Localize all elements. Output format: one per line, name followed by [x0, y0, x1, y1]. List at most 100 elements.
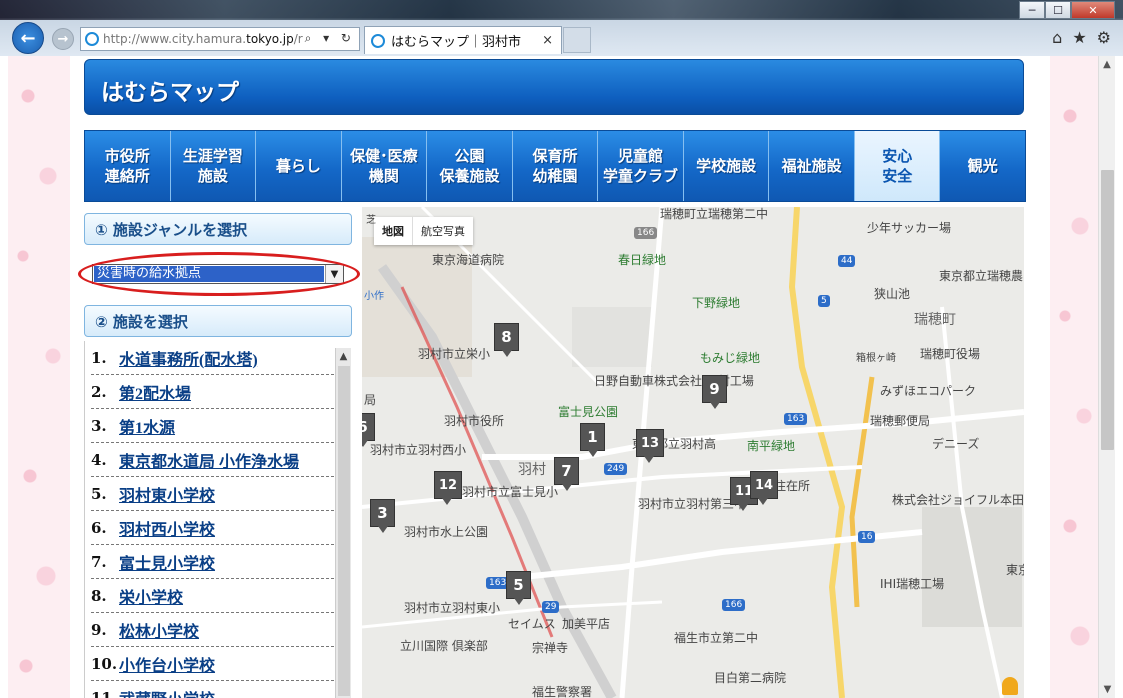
tab-hamura-map[interactable]: はむらマップ｜羽村市 × [364, 26, 562, 54]
page-scrollbar[interactable]: ▲ ▼ [1098, 56, 1115, 698]
address-tools[interactable]: ⌕ ▾ ↻ [305, 31, 355, 46]
genre-section-heading: ① 施設ジャンルを選択 [84, 213, 352, 245]
facility-link[interactable]: 小作台小学校 [119, 652, 215, 676]
facility-link[interactable]: 松林小学校 [119, 618, 199, 642]
address-bar[interactable]: http://www.city.hamura. tokyo.jp/r ⌕ ▾ ↻ [80, 27, 360, 51]
tab-lifelong-learning[interactable]: 生涯学習 施設 [170, 131, 257, 201]
facility-link[interactable]: 第2配水場 [119, 380, 191, 404]
facility-link[interactable]: 水道事務所(配水塔) [119, 346, 258, 370]
list-item[interactable]: 11.武蔵野小学校 [91, 681, 334, 698]
facility-link[interactable]: 羽村東小学校 [119, 482, 215, 506]
tab-label: 保健･医療 [350, 146, 418, 165]
tab-nursery[interactable]: 保育所 幼稚園 [512, 131, 599, 201]
facility-link[interactable]: 第1水源 [119, 414, 175, 438]
list-item[interactable]: 6. 羽村西小学校 [91, 511, 334, 545]
map-marker[interactable]: 14 [750, 471, 778, 505]
map-label: デニーズ [932, 437, 980, 451]
scrollbar-thumb[interactable] [338, 366, 350, 696]
map-marker[interactable]: 8 [494, 323, 519, 357]
facility-link[interactable]: 武蔵野小学校 [119, 686, 215, 698]
tab-welfare[interactable]: 福祉施設 [769, 131, 855, 201]
category-nav: 市役所 連絡所 生涯学習 施設 暮らし 保健･医療 機関 公園 保養施設 保育所 幼稚園 … [84, 130, 1026, 202]
tab-city-office[interactable]: 市役所 連絡所 [85, 131, 171, 201]
favorites-star-icon[interactable]: ★ [1072, 28, 1086, 47]
list-item[interactable]: 7. 富士見小学校 [91, 545, 334, 579]
map-area[interactable]: 地図 航空写真 瑞穂町立瑞穂第二中 少年サッカー場 東京海道病院 春日緑地 東京… [362, 207, 1024, 698]
facility-link[interactable]: 栄小学校 [119, 584, 183, 608]
facility-link[interactable]: 東京都水道局 小作浄水場 [119, 448, 299, 472]
map-label: 東京 [1006, 563, 1024, 577]
map-marker[interactable]: 13 [636, 429, 664, 463]
list-item[interactable]: 4. 東京都水道局 小作浄水場 [91, 443, 334, 477]
list-item[interactable]: 1. 水道事務所(配水塔) [91, 341, 334, 375]
map-marker[interactable]: 1 [580, 423, 605, 457]
map-label: 東京海道病院 [432, 253, 505, 267]
tab-health-medical[interactable]: 保健･医療機関 [341, 131, 428, 201]
map-label: 東京都立瑞穂農 [939, 269, 1024, 283]
map-marker[interactable]: 9 [702, 375, 727, 409]
scroll-up-arrow-icon[interactable]: ▲ [1099, 56, 1115, 73]
list-item-number: 10. [91, 654, 118, 673]
list-item[interactable]: 2. 第2配水場 [91, 375, 334, 409]
map-type-map-button[interactable]: 地図 [374, 217, 413, 245]
route-badge: 16 [858, 531, 876, 543]
back-button[interactable]: ← [12, 22, 44, 54]
close-window-button[interactable]: ✕ [1071, 1, 1115, 19]
background-decoration-right [1050, 56, 1098, 698]
tab-living[interactable]: 暮らし [256, 131, 342, 201]
tab-childrens-hall[interactable]: 児童館 学童クラブ [598, 131, 684, 201]
chevron-up-icon[interactable]: ▲ [336, 348, 351, 364]
list-item[interactable]: 9. 松林小学校 [91, 613, 334, 647]
tab-parks[interactable]: 公園 保養施設 [427, 131, 513, 201]
route-badge: 166 [634, 227, 658, 239]
browser-tools: ⌂ ★ ⚙ [1052, 28, 1111, 47]
tab-tourism[interactable]: 観光 [940, 131, 1026, 201]
facility-list-scrollbar[interactable]: ▲ [335, 348, 351, 698]
new-tab-button[interactable] [563, 27, 591, 53]
map-label: セイムス [508, 617, 556, 631]
tab-label: 公園 [454, 146, 485, 165]
ie-icon [85, 32, 99, 46]
street-view-pegman-icon[interactable] [1002, 677, 1018, 695]
map-marker[interactable]: 3 [370, 499, 395, 533]
map-marker[interactable]: 12 [434, 471, 462, 505]
forward-button[interactable]: → [52, 28, 74, 50]
background-decoration-left [8, 56, 68, 698]
map-label: 羽村市立羽村西小 [370, 443, 467, 457]
tab-schools[interactable]: 学校施設 [683, 131, 770, 201]
map-type-satellite-button[interactable]: 航空写真 [413, 217, 473, 245]
minimize-button[interactable]: ─ [1019, 1, 1045, 19]
route-badge: 163 [784, 413, 808, 425]
map-label: 羽村市立栄小 [418, 347, 491, 361]
list-item[interactable]: 10. 小作台小学校 [91, 647, 334, 681]
map-label: 羽村市立富士見小 [462, 485, 559, 499]
map-marker[interactable]: 6 [362, 413, 375, 447]
map-label: 下野緑地 [692, 296, 741, 310]
map-label: 瑞穂町 [914, 312, 956, 328]
facility-link[interactable]: 羽村西小学校 [119, 516, 215, 540]
map-label: 羽村市水上公園 [404, 525, 489, 539]
map-label: 羽村市立羽村東小 [404, 601, 501, 615]
list-item[interactable]: 8. 栄小学校 [91, 579, 334, 613]
map-label: 羽村市役所 [444, 414, 505, 428]
list-item[interactable]: 3. 第1水源 [91, 409, 334, 443]
tab-close-icon[interactable]: × [542, 33, 553, 48]
tab-label: 機関 [368, 167, 399, 185]
tab-safety[interactable]: 安心 安全 [854, 131, 941, 201]
list-item[interactable]: 5. 羽村東小学校 [91, 477, 334, 511]
facility-link[interactable]: 富士見小学校 [119, 550, 215, 574]
tab-label: 観光 [967, 156, 998, 175]
map-marker[interactable]: 7 [554, 457, 579, 491]
map-label: 小作 [364, 291, 384, 302]
maximize-button[interactable]: ☐ [1045, 1, 1071, 19]
map-label: もみじ緑地 [700, 351, 761, 365]
settings-gear-icon[interactable]: ⚙ [1097, 28, 1111, 47]
page-scrollbar-thumb[interactable] [1101, 170, 1114, 450]
map-marker[interactable]: 5 [506, 571, 531, 605]
site-header: はむらマップ [84, 59, 1024, 115]
list-item-number: 11. [91, 688, 118, 698]
home-icon[interactable]: ⌂ [1052, 28, 1062, 47]
scroll-down-arrow-icon[interactable]: ▼ [1099, 681, 1115, 698]
map-label: 目白第二病院 [714, 671, 787, 685]
url-path: /r [293, 32, 303, 46]
